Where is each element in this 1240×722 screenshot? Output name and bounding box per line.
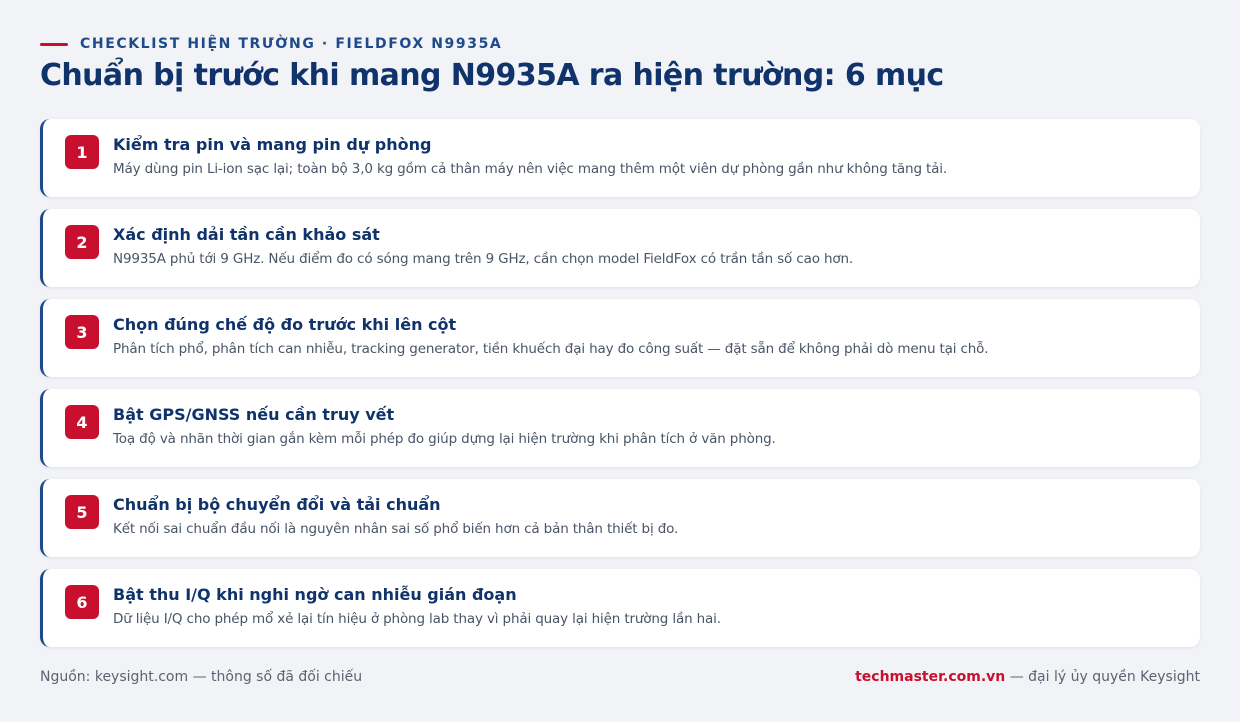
item-number-badge: 5 xyxy=(65,495,99,529)
item-number-badge: 4 xyxy=(65,405,99,439)
footer-source: Nguồn: keysight.com — thông số đã đối ch… xyxy=(40,669,363,685)
item-description: Dữ liệu I/Q cho phép mổ xẻ lại tín hiệu … xyxy=(113,611,721,627)
item-title: Kiểm tra pin và mang pin dự phòng xyxy=(113,135,432,154)
item-number-badge: 1 xyxy=(65,135,99,169)
checklist-item-6: 6 Bật thu I/Q khi nghi ngờ can nhiễu giá… xyxy=(40,569,1200,647)
item-title: Chuẩn bị bộ chuyển đổi và tải chuẩn xyxy=(113,495,441,514)
footer-tagline: — đại lý ủy quyền Keysight xyxy=(1005,669,1200,685)
item-title: Bật GPS/GNSS nếu cần truy vết xyxy=(113,405,395,424)
item-number-badge: 3 xyxy=(65,315,99,349)
item-description: Phân tích phổ, phân tích can nhiễu, trac… xyxy=(113,341,989,357)
checklist: 1 Kiểm tra pin và mang pin dự phòng Máy … xyxy=(40,119,1200,647)
item-description: N9935A phủ tới 9 GHz. Nếu điểm đo có són… xyxy=(113,251,854,267)
item-number-badge: 2 xyxy=(65,225,99,259)
item-title: Chọn đúng chế độ đo trước khi lên cột xyxy=(113,315,457,334)
footer-credit: techmaster.com.vn — đại lý ủy quyền Keys… xyxy=(855,669,1200,685)
item-description: Kết nối sai chuẩn đầu nối là nguyên nhân… xyxy=(113,521,679,537)
page-title: Chuẩn bị trước khi mang N9935A ra hiện t… xyxy=(40,58,944,93)
item-number-badge: 6 xyxy=(65,585,99,619)
item-title: Xác định dải tần cần khảo sát xyxy=(113,225,380,244)
brand-link[interactable]: techmaster.com.vn xyxy=(855,669,1005,685)
checklist-item-5: 5 Chuẩn bị bộ chuyển đổi và tải chuẩn Kế… xyxy=(40,479,1200,557)
eyebrow-accent-line xyxy=(40,42,68,46)
checklist-item-1: 1 Kiểm tra pin và mang pin dự phòng Máy … xyxy=(40,119,1200,197)
checklist-item-3: 3 Chọn đúng chế độ đo trước khi lên cột … xyxy=(40,299,1200,377)
item-description: Toạ độ và nhãn thời gian gắn kèm mỗi phé… xyxy=(113,431,776,447)
checklist-item-4: 4 Bật GPS/GNSS nếu cần truy vết Toạ độ v… xyxy=(40,389,1200,467)
eyebrow-text: CHECKLIST HIỆN TRƯỜNG · FIELDFOX N9935A xyxy=(80,36,503,52)
item-title: Bật thu I/Q khi nghi ngờ can nhiễu gián … xyxy=(113,585,517,604)
item-description: Máy dùng pin Li-ion sạc lại; toàn bộ 3,0… xyxy=(113,161,948,177)
checklist-item-2: 2 Xác định dải tần cần khảo sát N9935A p… xyxy=(40,209,1200,287)
eyebrow: CHECKLIST HIỆN TRƯỜNG · FIELDFOX N9935A xyxy=(40,36,502,52)
